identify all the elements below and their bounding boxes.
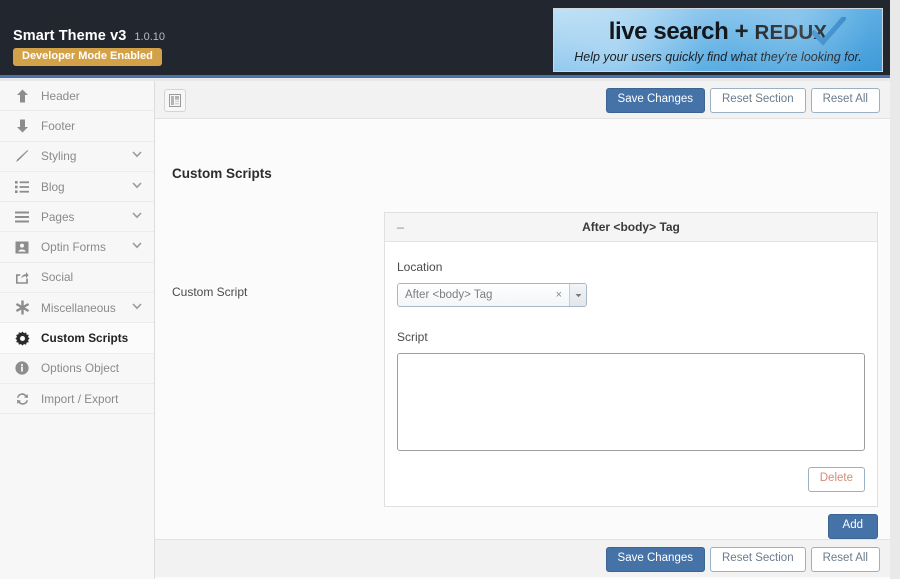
promo-banner-headline-main: live search + bbox=[608, 18, 755, 45]
refresh-icon bbox=[12, 392, 32, 406]
sidebar-item-label: Pages bbox=[41, 209, 75, 224]
section-title: Custom Scripts bbox=[172, 166, 272, 181]
app-header: Smart Theme v3 1.0.10 Developer Mode Ena… bbox=[0, 0, 890, 78]
right-gutter bbox=[890, 0, 900, 579]
toolbar-bottom-buttons: Save Changes Reset Section Reset All bbox=[605, 547, 880, 572]
sidebar-item-footer[interactable]: Footer bbox=[0, 111, 154, 142]
toolbar-bottom: Save Changes Reset Section Reset All bbox=[155, 539, 890, 577]
minus-icon[interactable]: – bbox=[395, 221, 406, 234]
status-badge: Developer Mode Enabled bbox=[13, 48, 162, 66]
promo-banner-headline-redux: REDUX bbox=[754, 21, 828, 44]
arrow-up-icon bbox=[12, 89, 32, 103]
chevron-down-icon[interactable] bbox=[132, 212, 142, 222]
pencil-icon bbox=[12, 149, 32, 163]
sidebar-item-label: Social bbox=[41, 270, 74, 285]
promo-banner-subtext: Help your users quickly find what they'r… bbox=[574, 50, 862, 64]
script-label: Script bbox=[397, 330, 428, 344]
sidebar-item-optin-forms[interactable]: Optin Forms bbox=[0, 232, 154, 263]
delete-button[interactable]: Delete bbox=[807, 467, 865, 492]
reset-section-button[interactable]: Reset Section bbox=[710, 88, 806, 113]
layout-panel-icon[interactable] bbox=[164, 89, 186, 112]
chevron-down-icon[interactable] bbox=[132, 242, 142, 252]
add-row: Add bbox=[384, 514, 878, 539]
checkmark-icon bbox=[812, 17, 846, 46]
sidebar-item-label: Header bbox=[41, 88, 80, 103]
location-select[interactable]: After <body> Tag × bbox=[397, 283, 587, 307]
main-content: Save Changes Reset Section Reset All Cus… bbox=[155, 81, 890, 579]
sidebar-item-custom-scripts[interactable]: Custom Scripts bbox=[0, 323, 154, 354]
sidebar-item-header[interactable]: Header bbox=[0, 81, 154, 112]
chevron-down-icon[interactable] bbox=[132, 151, 142, 161]
contact-card-icon bbox=[12, 241, 32, 254]
location-select-value: After <body> Tag bbox=[405, 289, 493, 301]
sidebar-item-styling[interactable]: Styling bbox=[0, 141, 154, 172]
script-panel-title: After <body> Tag bbox=[582, 220, 680, 234]
sidebar: Header Footer Styling Blog Pages Optin F… bbox=[0, 81, 155, 579]
script-panel-header: – After <body> Tag bbox=[385, 213, 877, 242]
toolbar-top: Save Changes Reset Section Reset All bbox=[155, 81, 890, 119]
brand-block: Smart Theme v3 1.0.10 Developer Mode Ena… bbox=[13, 28, 165, 66]
clear-x-icon[interactable]: × bbox=[549, 284, 569, 306]
share-icon bbox=[12, 271, 32, 284]
delete-row: Delete bbox=[397, 467, 865, 492]
sidebar-item-label: Custom Scripts bbox=[41, 331, 129, 346]
toolbar-top-buttons: Save Changes Reset Section Reset All bbox=[605, 88, 880, 113]
bars-icon bbox=[12, 211, 32, 223]
sidebar-item-label: Styling bbox=[41, 149, 77, 164]
list-icon bbox=[12, 180, 32, 193]
chevron-down-icon[interactable] bbox=[132, 181, 142, 192]
page-title: Smart Theme v3 bbox=[13, 28, 127, 44]
sidebar-item-options-object[interactable]: Options Object bbox=[0, 353, 154, 384]
script-panel-body: Location After <body> Tag × Script Delet… bbox=[385, 242, 877, 506]
promo-banner-headline: live search + REDUX bbox=[554, 18, 882, 46]
chevron-down-icon[interactable] bbox=[132, 303, 142, 313]
add-button[interactable]: Add bbox=[827, 514, 878, 539]
save-changes-button-bottom[interactable]: Save Changes bbox=[605, 547, 705, 572]
sidebar-item-pages[interactable]: Pages bbox=[0, 202, 154, 233]
sidebar-item-label: Miscellaneous bbox=[41, 300, 116, 315]
sidebar-item-social[interactable]: Social bbox=[0, 262, 154, 294]
field-label-custom-script: Custom Script bbox=[172, 285, 248, 299]
arrow-down-icon bbox=[12, 119, 32, 133]
promo-banner[interactable]: live search + REDUX Help your users quic… bbox=[553, 8, 883, 72]
sidebar-item-import-export[interactable]: Import / Export bbox=[0, 383, 154, 415]
sidebar-item-blog[interactable]: Blog bbox=[0, 171, 154, 203]
sidebar-item-miscellaneous[interactable]: Miscellaneous bbox=[0, 293, 154, 324]
reset-all-button-bottom[interactable]: Reset All bbox=[810, 547, 880, 572]
chevron-down-icon[interactable] bbox=[569, 284, 586, 306]
script-panel: – After <body> Tag Location After <body>… bbox=[384, 212, 878, 507]
reset-section-button-bottom[interactable]: Reset Section bbox=[710, 547, 806, 572]
app-root: Smart Theme v3 1.0.10 Developer Mode Ena… bbox=[0, 0, 900, 579]
sidebar-item-label: Import / Export bbox=[41, 391, 119, 406]
star-icon bbox=[12, 300, 32, 315]
settings-body: Custom Scripts Custom Script – After <bo… bbox=[155, 119, 890, 539]
script-textarea[interactable] bbox=[397, 353, 865, 451]
brand-row: Smart Theme v3 1.0.10 bbox=[13, 28, 165, 44]
sidebar-item-label: Optin Forms bbox=[41, 240, 106, 255]
sidebar-item-label: Options Object bbox=[41, 361, 120, 376]
info-icon bbox=[12, 361, 32, 375]
save-changes-button[interactable]: Save Changes bbox=[605, 88, 705, 113]
gear-icon bbox=[12, 331, 32, 346]
sidebar-item-label: Blog bbox=[41, 179, 65, 194]
sidebar-item-label: Footer bbox=[41, 118, 76, 133]
reset-all-button[interactable]: Reset All bbox=[810, 88, 880, 113]
version-label: 1.0.10 bbox=[134, 31, 166, 43]
location-label: Location bbox=[397, 260, 443, 274]
